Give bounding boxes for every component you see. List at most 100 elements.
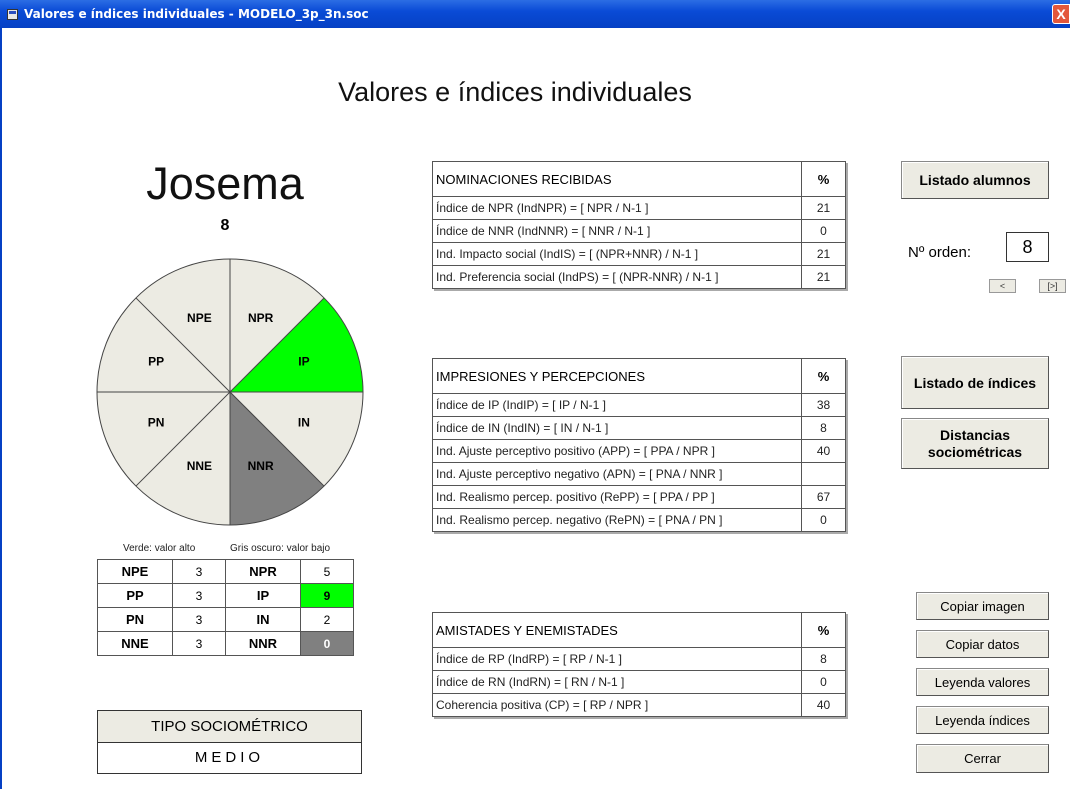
value-key: NNE	[97, 631, 173, 656]
index-value: 0	[801, 219, 846, 243]
table-row: Índice de RP (IndRP) = [ RP / N-1 ] 8	[432, 647, 846, 671]
index-desc: Ind. Realismo percep. negativo (RePN) = …	[432, 508, 802, 532]
index-value: 8	[801, 647, 846, 671]
index-value: 38	[801, 393, 846, 417]
table-header: NOMINACIONES RECIBIDAS	[432, 161, 802, 197]
distancias-button[interactable]: Distancias sociométricas	[901, 418, 1049, 469]
index-desc: Índice de IP (IndIP) = [ IP / N-1 ]	[432, 393, 802, 417]
index-desc: Ind. Ajuste perceptivo positivo (APP) = …	[432, 439, 802, 463]
values-grid: NPE 3 NPR 5 PP 3 IP 9 PN 3 IN 2 NNE 3 NN…	[97, 559, 354, 656]
table-header: AMISTADES Y ENEMISTADES	[432, 612, 802, 648]
values-row: PN 3 IN 2	[97, 607, 354, 632]
index-value: 8	[801, 416, 846, 440]
index-value: 21	[801, 196, 846, 220]
sociometric-type-header: TIPO SOCIOMÉTRICO	[98, 711, 361, 743]
pie-label-pn: PN	[148, 416, 165, 430]
value-key: NPR	[225, 559, 301, 584]
table-row: Índice de NNR (IndNNR) = [ NNR / N-1 ] 0	[432, 219, 846, 243]
index-desc: Índice de IN (IndIN) = [ IN / N-1 ]	[432, 416, 802, 440]
value-key: IP	[225, 583, 301, 608]
index-desc: Índice de NPR (IndNPR) = [ NPR / N-1 ]	[432, 196, 802, 220]
distancias-label-2: sociométricas	[927, 443, 1023, 460]
value-key: PP	[97, 583, 173, 608]
page-title: Valores e índices individuales	[338, 77, 692, 107]
value-cell: 3	[172, 631, 226, 656]
pie-label-npe: NPE	[187, 311, 212, 325]
value-key: NNR	[225, 631, 301, 656]
pie-label-ip: IP	[298, 354, 309, 368]
next-button[interactable]: [>]	[1039, 279, 1066, 293]
order-label: Nº orden:	[908, 244, 972, 261]
table-row: Índice de NPR (IndNPR) = [ NPR / N-1 ] 21	[432, 196, 846, 220]
value-key: PN	[97, 607, 173, 632]
table-row: Coherencia positiva (CP) = [ RP / NPR ] 4…	[432, 693, 846, 717]
value-cell: 5	[300, 559, 354, 584]
table-row: Índice de RN (IndRN) = [ RN / N-1 ] 0	[432, 670, 846, 694]
table-row: Ind. Realismo percep. positivo (RePP) = …	[432, 485, 846, 509]
pie-label-npr: NPR	[248, 311, 274, 325]
table-header: IMPRESIONES Y PERCEPCIONES	[432, 358, 802, 394]
value-cell: 3	[172, 607, 226, 632]
value-cell: 3	[172, 559, 226, 584]
index-desc: Índice de RN (IndRN) = [ RN / N-1 ]	[432, 670, 802, 694]
leyenda-indices-button[interactable]: Leyenda índices	[916, 706, 1049, 734]
value-key: NPE	[97, 559, 173, 584]
index-desc: Índice de NNR (IndNNR) = [ NNR / N-1 ]	[432, 219, 802, 243]
pie-label-nnr: NNR	[248, 459, 274, 473]
index-desc: Índice de RP (IndRP) = [ RP / N-1 ]	[432, 647, 802, 671]
listado-alumnos-button[interactable]: Listado alumnos	[901, 161, 1049, 199]
values-row: NNE 3 NNR 0	[97, 631, 354, 656]
index-desc: Ind. Preferencia social (IndPS) = [ (NPR…	[432, 265, 802, 289]
table-row: Índice de IN (IndIN) = [ IN / N-1 ] 8	[432, 416, 846, 440]
legend-green: Verde: valor alto	[123, 543, 196, 554]
table-amistades: AMISTADES Y ENEMISTADES% Índice de RP (I…	[432, 612, 846, 717]
index-desc: Ind. Ajuste perceptivo negativo (APN) = …	[432, 462, 802, 486]
sociometric-pie: NPR IP IN NNR NNE PN PP NPE	[96, 258, 364, 526]
values-row: PP 3 IP 9	[97, 583, 354, 608]
pct-header: %	[801, 161, 846, 197]
sociometric-type-box: TIPO SOCIOMÉTRICO MEDIO	[97, 710, 362, 774]
copiar-imagen-button[interactable]: Copiar imagen	[916, 592, 1049, 620]
table-row: Ind. Ajuste perceptivo negativo (APN) = …	[432, 462, 846, 486]
copiar-datos-button[interactable]: Copiar datos	[916, 630, 1049, 658]
index-value: 40	[801, 693, 846, 717]
distancias-label-1: Distancias	[939, 426, 1011, 443]
student-name: Josema	[146, 158, 304, 209]
pie-label-nne: NNE	[187, 459, 212, 473]
close-window-button[interactable]: X	[1052, 4, 1070, 24]
index-desc: Ind. Realismo percep. positivo (RePP) = …	[432, 485, 802, 509]
sociometric-type-value: MEDIO	[194, 749, 265, 766]
values-row: NPE 3 NPR 5	[97, 559, 354, 584]
previous-button[interactable]: <	[989, 279, 1016, 293]
value-cell: 3	[172, 583, 226, 608]
index-value: 21	[801, 242, 846, 266]
table-impresiones: IMPRESIONES Y PERCEPCIONES% Índice de IP…	[432, 358, 846, 532]
value-cell-low: 0	[300, 631, 354, 656]
table-row: Ind. Impacto social (IndIS) = [ (NPR+NNR…	[432, 242, 846, 266]
order-number-input[interactable]: 8	[1006, 232, 1049, 262]
window-title: Valores e índices individuales - MODELO_…	[24, 7, 369, 21]
pct-header: %	[801, 358, 846, 394]
index-value	[801, 462, 846, 486]
table-row: Índice de IP (IndIP) = [ IP / N-1 ] 38	[432, 393, 846, 417]
cerrar-button[interactable]: Cerrar	[916, 744, 1049, 773]
pct-header: %	[801, 612, 846, 648]
table-row: Ind. Preferencia social (IndPS) = [ (NPR…	[432, 265, 846, 289]
index-value: 67	[801, 485, 846, 509]
index-value: 0	[801, 508, 846, 532]
leyenda-valores-button[interactable]: Leyenda valores	[916, 668, 1049, 696]
value-cell-high: 9	[300, 583, 354, 608]
table-nominaciones: NOMINACIONES RECIBIDAS% Índice de NPR (I…	[432, 161, 846, 289]
index-value: 40	[801, 439, 846, 463]
value-cell: 2	[300, 607, 354, 632]
pie-label-in: IN	[298, 416, 310, 430]
legend-gray: Gris oscuro: valor bajo	[230, 543, 331, 554]
index-value: 0	[801, 670, 846, 694]
listado-indices-button[interactable]: Listado de índices	[901, 356, 1049, 409]
index-desc: Coherencia positiva (CP) = [ RP / NPR ]	[432, 693, 802, 717]
app-icon	[7, 8, 18, 20]
window-title-bar[interactable]: Valores e índices individuales - MODELO_…	[0, 0, 1070, 28]
pie-label-pp: PP	[148, 354, 164, 368]
index-value: 21	[801, 265, 846, 289]
table-row: Ind. Ajuste perceptivo positivo (APP) = …	[432, 439, 846, 463]
